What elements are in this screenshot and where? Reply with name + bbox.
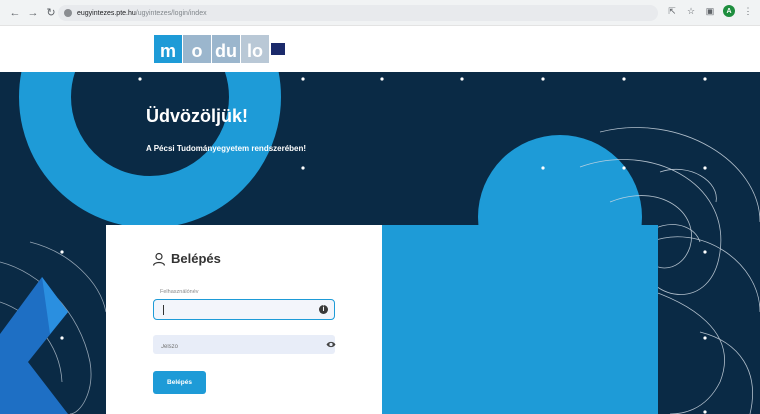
kebab-menu-icon[interactable]: ⋮ [742, 6, 754, 17]
side-panel-icon[interactable]: ▣ [704, 6, 716, 17]
username-field[interactable]: i [153, 299, 335, 321]
logo-letter: du [212, 35, 240, 63]
address-bar[interactable]: eugyintezes.pte.hu/ugyintezes/login/inde… [58, 5, 658, 21]
text-caret [163, 305, 164, 315]
hero-section: Üdvözöljük! A Pécsi Tudományegyetem rend… [0, 72, 760, 414]
reload-icon[interactable]: ↻ [44, 6, 58, 20]
url-host: eugyintezes.pte.hu [77, 9, 136, 17]
login-side-panel [382, 225, 658, 414]
modulo-logo[interactable]: m o du lo [154, 35, 285, 63]
welcome-title: Üdvözöljük! [146, 106, 248, 126]
arrow-right-icon[interactable]: → [26, 6, 40, 20]
site-header: m o du lo [0, 26, 760, 72]
logo-letter: o [183, 35, 211, 63]
login-card: Belépés Felhasználónév i Belépés [106, 225, 382, 414]
login-heading: Belépés [152, 251, 221, 266]
share-icon[interactable]: ⇱ [666, 6, 678, 17]
password-field[interactable] [153, 335, 336, 357]
browser-actions: ⇱ ☆ ▣ A ⋮ [666, 5, 754, 17]
welcome-subtitle: A Pécsi Tudományegyetem rendszerében! [146, 144, 307, 153]
arrow-left-icon[interactable]: ← [8, 6, 22, 20]
logo-mark [271, 43, 285, 55]
info-icon[interactable]: i [319, 305, 328, 314]
username-label: Felhasználónév [160, 289, 199, 295]
profile-avatar[interactable]: A [723, 5, 735, 17]
star-icon[interactable]: ☆ [685, 6, 697, 17]
login-heading-text: Belépés [171, 251, 221, 266]
browser-toolbar: ← → ↻ eugyintezes.pte.hu/ugyintezes/logi… [0, 0, 760, 26]
logo-letter: lo [241, 35, 269, 63]
url-path: /ugyintezes/login/index [135, 9, 207, 17]
lock-icon[interactable] [64, 9, 72, 17]
password-input[interactable] [153, 337, 313, 357]
logo-letter: m [154, 35, 182, 63]
user-icon [152, 252, 166, 266]
login-button[interactable]: Belépés [153, 371, 206, 394]
eye-icon[interactable] [326, 340, 336, 349]
username-input[interactable] [154, 302, 334, 321]
